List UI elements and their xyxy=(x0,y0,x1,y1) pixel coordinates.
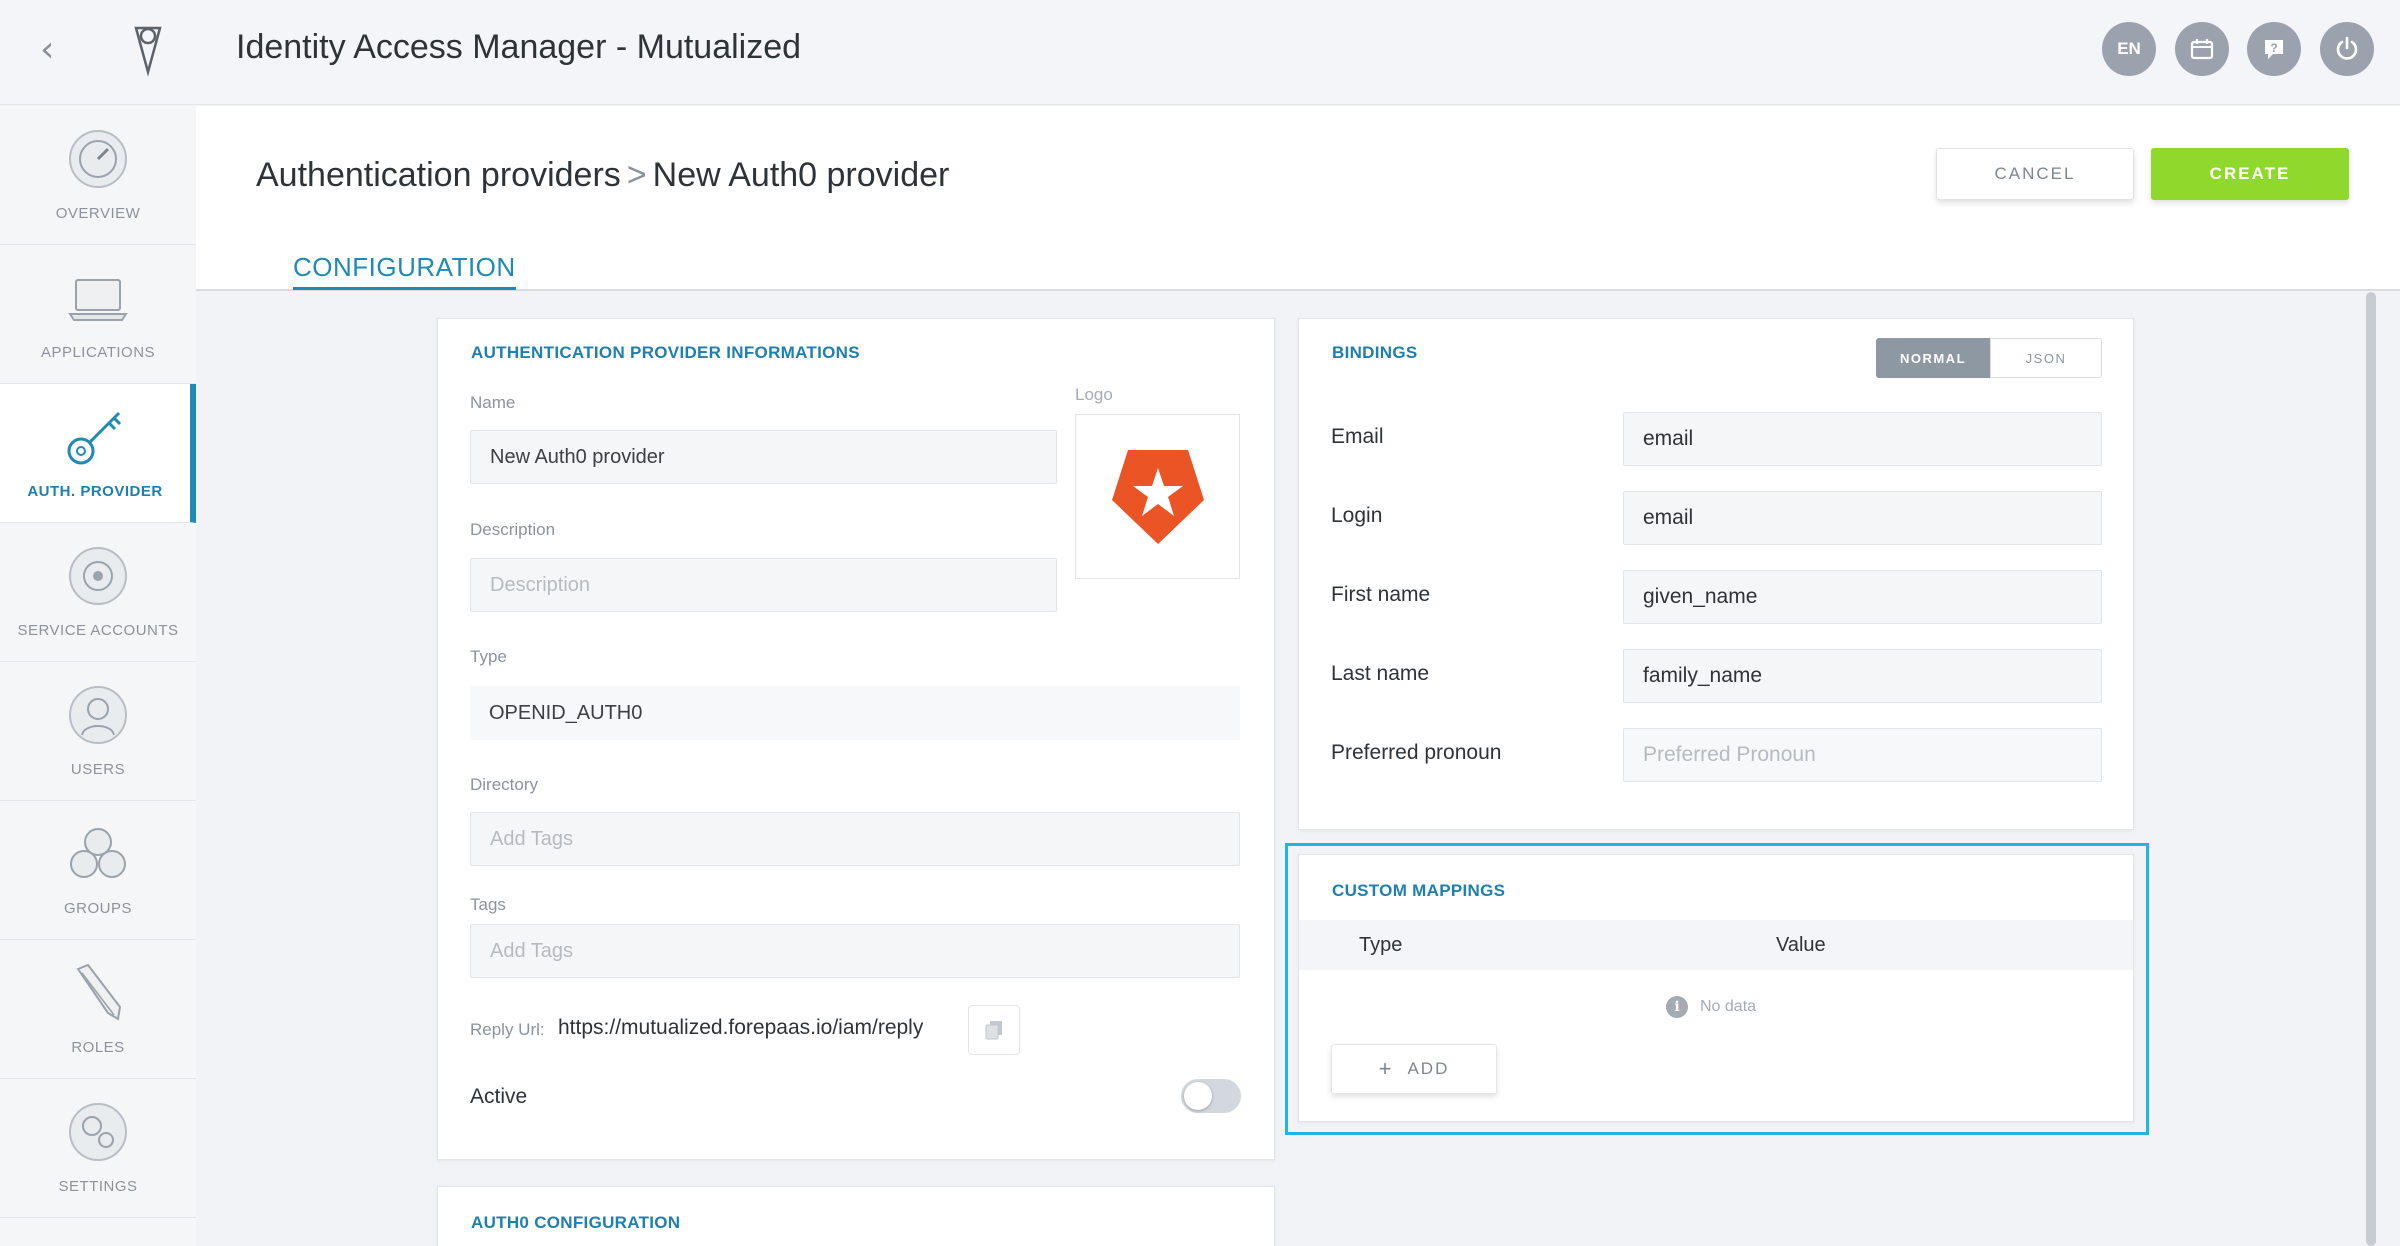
sidebar-item-label: ROLES xyxy=(71,1039,125,1056)
app-logo xyxy=(134,26,162,77)
svg-text:?: ? xyxy=(2270,41,2277,55)
logo-upload[interactable] xyxy=(1075,414,1240,579)
sidebar-item-roles[interactable]: ROLES xyxy=(0,940,196,1079)
scrollbar[interactable] xyxy=(2366,292,2376,1246)
sidebar-item-label: OVERVIEW xyxy=(55,205,141,222)
back-arrow-icon[interactable]: ‹ xyxy=(40,30,70,70)
binding-label-email: Email xyxy=(1331,425,1384,448)
power-icon[interactable] xyxy=(2320,22,2374,76)
tags-input[interactable]: Add Tags xyxy=(470,924,1240,978)
directory-label: Directory xyxy=(470,775,539,794)
card-title: AUTH0 CONFIGURATION xyxy=(471,1213,681,1232)
binding-label-first-name: First name xyxy=(1331,583,1431,606)
page-header: Authentication providers > New Auth0 provi… xyxy=(196,106,2400,291)
name-field[interactable]: New Auth0 provider xyxy=(470,430,1057,484)
highlight-frame xyxy=(1285,843,2149,1135)
type-label: Type xyxy=(470,647,507,666)
reply-url-label: Reply Url: xyxy=(470,1020,545,1039)
sidebar: OVERVIEW APPLICATIONS AUTH. PROVIDER SER… xyxy=(0,106,196,1246)
group-icon xyxy=(70,828,126,878)
name-label: Name xyxy=(470,393,516,412)
sidebar-item-applications[interactable]: APPLICATIONS xyxy=(0,245,196,384)
auth0-config-card: AUTH0 CONFIGURATION xyxy=(437,1186,1275,1246)
binding-label-preferred-pronoun: Preferred pronoun xyxy=(1331,741,1502,764)
breadcrumb-current: New Auth0 provider xyxy=(652,156,950,194)
cancel-button[interactable]: CANCEL xyxy=(1936,148,2134,200)
create-button[interactable]: CREATE xyxy=(2151,148,2349,200)
breadcrumb-separator: > xyxy=(626,156,647,194)
type-value: OPENID_AUTH0 xyxy=(470,686,1240,740)
binding-label-last-name: Last name xyxy=(1331,662,1430,685)
language-button[interactable]: EN xyxy=(2102,22,2156,76)
user-icon xyxy=(69,686,127,744)
copy-button[interactable] xyxy=(968,1005,1020,1055)
binding-field-preferred-pronoun[interactable]: Preferred Pronoun xyxy=(1623,728,2102,782)
mode-json-button[interactable]: JSON xyxy=(1990,338,2102,378)
service-account-icon xyxy=(69,547,127,605)
description-label: Description xyxy=(470,520,556,539)
sidebar-item-label: APPLICATIONS xyxy=(40,344,156,361)
tab-configuration[interactable]: CONFIGURATION xyxy=(293,252,516,290)
binding-field-first-name[interactable]: given_name xyxy=(1623,570,2102,624)
breadcrumb: Authentication providers > New Auth0 provi… xyxy=(256,156,949,195)
app-title: Identity Access Manager - Mutualized xyxy=(236,28,802,66)
laptop-icon xyxy=(68,279,128,321)
binding-field-login[interactable]: email xyxy=(1623,491,2102,545)
sidebar-item-label: AUTH. PROVIDER xyxy=(27,483,163,500)
sidebar-item-overview[interactable]: OVERVIEW xyxy=(0,106,196,245)
sidebar-item-label: SETTINGS xyxy=(58,1178,138,1195)
breadcrumb-parent[interactable]: Authentication providers xyxy=(256,156,621,194)
copy-icon xyxy=(985,1021,1002,1040)
top-bar: ‹ Identity Access Manager - Mutualized E… xyxy=(0,0,2400,105)
sidebar-item-service-accounts[interactable]: SERVICE ACCOUNTS xyxy=(0,523,196,662)
sidebar-item-settings[interactable]: SETTINGS xyxy=(0,1079,196,1218)
directory-tags-input[interactable]: Add Tags xyxy=(470,812,1240,866)
toggle-knob xyxy=(1184,1082,1212,1110)
description-field[interactable]: Description xyxy=(470,558,1057,612)
sidebar-item-groups[interactable]: GROUPS xyxy=(0,801,196,940)
logo-label: Logo xyxy=(1075,385,1113,404)
sidebar-item-auth-provider[interactable]: AUTH. PROVIDER xyxy=(0,384,196,523)
active-label: Active xyxy=(470,1085,528,1108)
binding-field-last-name[interactable]: family_name xyxy=(1623,649,2102,703)
tags-label: Tags xyxy=(470,895,506,914)
card-title: BINDINGS xyxy=(1332,343,1418,362)
speedometer-icon xyxy=(69,130,127,188)
key-icon xyxy=(67,411,122,465)
card-title: AUTHENTICATION PROVIDER INFORMATIONS xyxy=(471,343,860,362)
calendar-icon[interactable] xyxy=(2175,22,2229,76)
mode-normal-button[interactable]: NORMAL xyxy=(1876,338,1990,378)
reply-url-value: https://mutualized.forepaas.io/iam/reply xyxy=(558,1016,924,1039)
sidebar-item-label: GROUPS xyxy=(63,900,132,917)
active-toggle[interactable] xyxy=(1181,1079,1241,1113)
binding-field-email[interactable]: email xyxy=(1623,412,2102,466)
sidebar-item-label: USERS xyxy=(70,761,126,778)
sidebar-item-users[interactable]: USERS xyxy=(0,662,196,801)
auth0-logo xyxy=(1111,450,1204,544)
pencil-icon xyxy=(76,963,122,1021)
binding-label-login: Login xyxy=(1331,504,1383,527)
help-chat-icon[interactable]: ? xyxy=(2247,22,2301,76)
gears-icon xyxy=(69,1103,127,1161)
sidebar-item-label: SERVICE ACCOUNTS xyxy=(17,622,179,639)
